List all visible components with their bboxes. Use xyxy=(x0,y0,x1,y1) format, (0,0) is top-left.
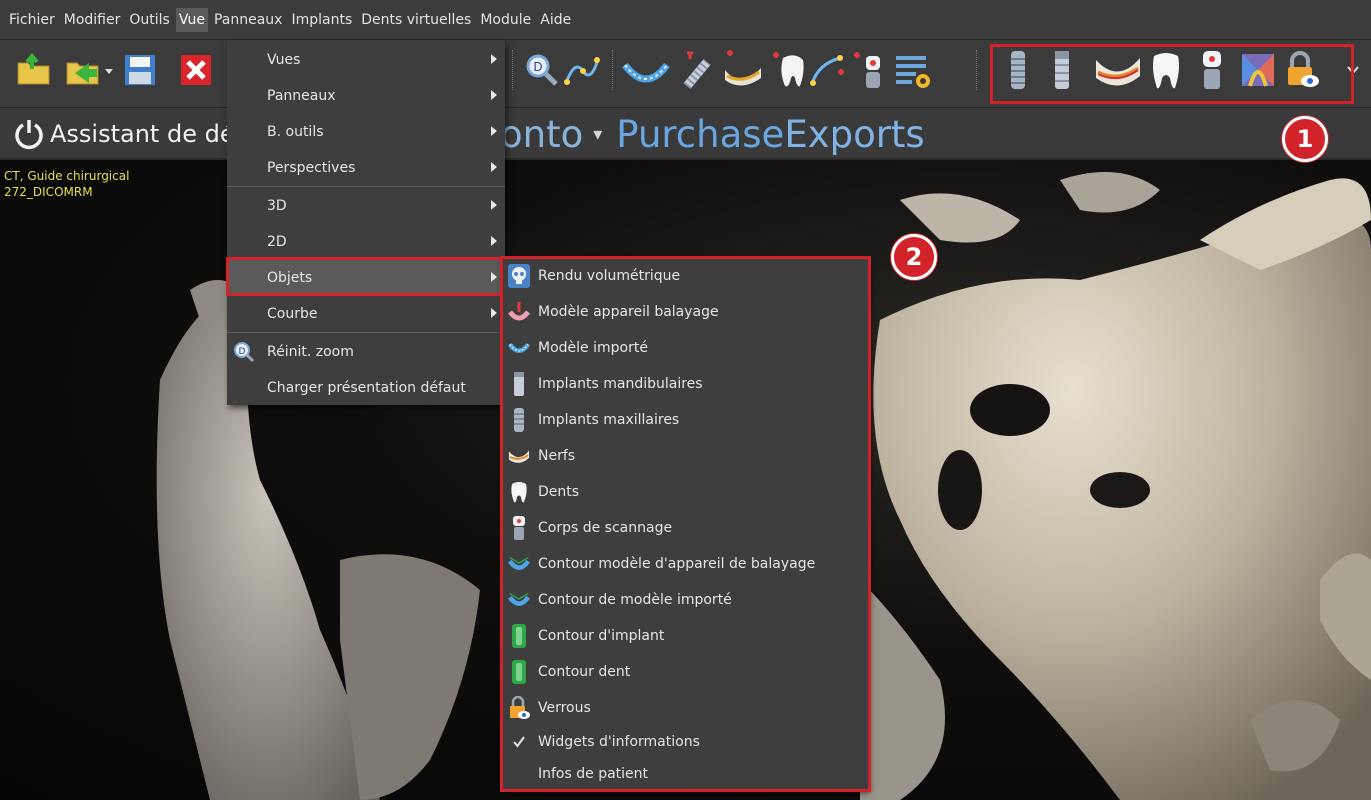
add-curve-button[interactable] xyxy=(808,48,848,92)
vue-menu-item-label: Vues xyxy=(267,52,301,68)
dental-arch-icon xyxy=(622,62,670,83)
menu-implants[interactable]: Implants xyxy=(288,8,355,32)
vue-menu-item-label: B. outils xyxy=(267,124,324,140)
close-icon xyxy=(181,55,211,85)
vue-menu-item-reinit-zoom[interactable]: D Réinit. zoom xyxy=(227,334,505,370)
submenu-arrow-icon xyxy=(491,162,497,172)
vue-menu-item-label: 2D xyxy=(267,234,287,250)
add-scan-body-icon xyxy=(854,52,880,88)
vue-menu-item-label: Courbe xyxy=(267,306,318,322)
list-settings-button[interactable] xyxy=(892,48,932,92)
submenu-arrow-icon xyxy=(491,54,497,64)
add-scan-body-button[interactable] xyxy=(850,48,890,92)
open-recent-icon xyxy=(66,62,113,85)
save-icon xyxy=(125,55,155,85)
menu-outils[interactable]: Outils xyxy=(126,8,172,32)
vue-menu-item-courbe[interactable]: Courbe xyxy=(227,296,505,332)
submenu-arrow-icon xyxy=(491,308,497,318)
add-model-button[interactable] xyxy=(620,48,672,92)
vue-menu-item-label: Perspectives xyxy=(267,160,356,176)
menu-bar: Fichier Modifier Outils Vue Panneaux Imp… xyxy=(0,0,1371,40)
open-recent-button[interactable] xyxy=(64,48,118,92)
highlight-box-submenu xyxy=(500,256,871,792)
wizard-button[interactable]: Assistant de dé xyxy=(12,114,235,154)
viewport-info-line1: CT, Guide chirurgical xyxy=(4,169,130,183)
vue-menu-item-perspectives[interactable]: Perspectives xyxy=(227,150,505,186)
menu-modifier[interactable]: Modifier xyxy=(61,8,124,32)
brand-part1: Purchase xyxy=(616,112,785,156)
wizard-label: Assistant de dé xyxy=(50,120,235,148)
add-implant-button[interactable] xyxy=(672,48,716,92)
curve-tool-button[interactable] xyxy=(562,48,602,92)
callout-1: 1 xyxy=(1282,116,1328,162)
vue-menu-item-label: Charger présentation défaut xyxy=(267,380,466,396)
add-implant-icon xyxy=(683,51,711,89)
viewport-info-line2: 272_DICOMRM xyxy=(4,185,93,199)
vue-menu-item-charger-presentation[interactable]: Charger présentation défaut xyxy=(227,370,505,406)
open-folder-icon xyxy=(17,53,50,85)
callout-2: 2 xyxy=(891,234,937,280)
close-button[interactable] xyxy=(166,48,226,92)
zoom-reset-button[interactable]: D xyxy=(522,48,562,92)
svg-text:D: D xyxy=(239,347,246,357)
open-folder-button[interactable] xyxy=(14,48,54,92)
menu-aide[interactable]: Aide xyxy=(537,8,574,32)
vue-menu-item-label: Réinit. zoom xyxy=(267,344,354,360)
curve-tool-icon xyxy=(564,57,600,85)
add-tooth-button[interactable] xyxy=(768,48,808,92)
vue-menu-item-3d[interactable]: 3D xyxy=(227,188,505,224)
add-tooth-icon xyxy=(773,52,804,87)
caret-icon: ▾ xyxy=(593,123,603,145)
submenu-arrow-icon xyxy=(491,90,497,100)
brand-logo: onto ▾ Purchase Exports xyxy=(500,112,925,156)
menu-dents-virtuelles[interactable]: Dents virtuelles xyxy=(358,8,474,32)
vue-menu-item-vues[interactable]: Vues xyxy=(227,42,505,78)
submenu-arrow-icon xyxy=(491,200,497,210)
svg-text:D: D xyxy=(533,60,542,74)
submenu-arrow-icon xyxy=(491,236,497,246)
add-nerve-icon xyxy=(725,50,761,86)
vue-menu: Vues Panneaux B. outils Perspectives 3D … xyxy=(227,40,505,405)
vue-menu-item-b-outils[interactable]: B. outils xyxy=(227,114,505,150)
viewport-info: CT, Guide chirurgical 272_DICOMRM xyxy=(4,168,129,200)
highlight-box-objets xyxy=(226,257,503,296)
submenu-arrow-icon xyxy=(491,126,497,136)
add-nerve-button[interactable] xyxy=(718,48,766,92)
vue-menu-item-2d[interactable]: 2D xyxy=(227,224,505,260)
menu-fichier[interactable]: Fichier xyxy=(6,8,58,32)
brand-part2: Exports xyxy=(784,112,925,156)
menu-separator xyxy=(227,186,505,187)
vue-menu-item-label: 3D xyxy=(267,198,287,214)
zoom-reset-icon: D xyxy=(234,342,255,363)
list-settings-icon xyxy=(896,56,930,88)
menu-separator xyxy=(227,332,505,333)
brand-fragment: onto xyxy=(500,112,584,156)
save-button[interactable] xyxy=(120,48,160,92)
power-icon xyxy=(15,120,43,150)
vue-menu-item-label: Panneaux xyxy=(267,88,336,104)
vue-menu-item-panneaux[interactable]: Panneaux xyxy=(227,78,505,114)
application-window: Fichier Modifier Outils Vue Panneaux Imp… xyxy=(0,0,1371,800)
zoom-reset-icon: D xyxy=(526,54,558,86)
menu-module[interactable]: Module xyxy=(477,8,534,32)
menu-panneaux[interactable]: Panneaux xyxy=(211,8,286,32)
highlight-box-toolbar xyxy=(990,44,1354,104)
add-curve-icon xyxy=(810,55,844,86)
wizard-bar: Assistant de dé onto ▾ Purchase Exports xyxy=(0,108,1371,160)
menu-vue[interactable]: Vue xyxy=(175,7,208,32)
